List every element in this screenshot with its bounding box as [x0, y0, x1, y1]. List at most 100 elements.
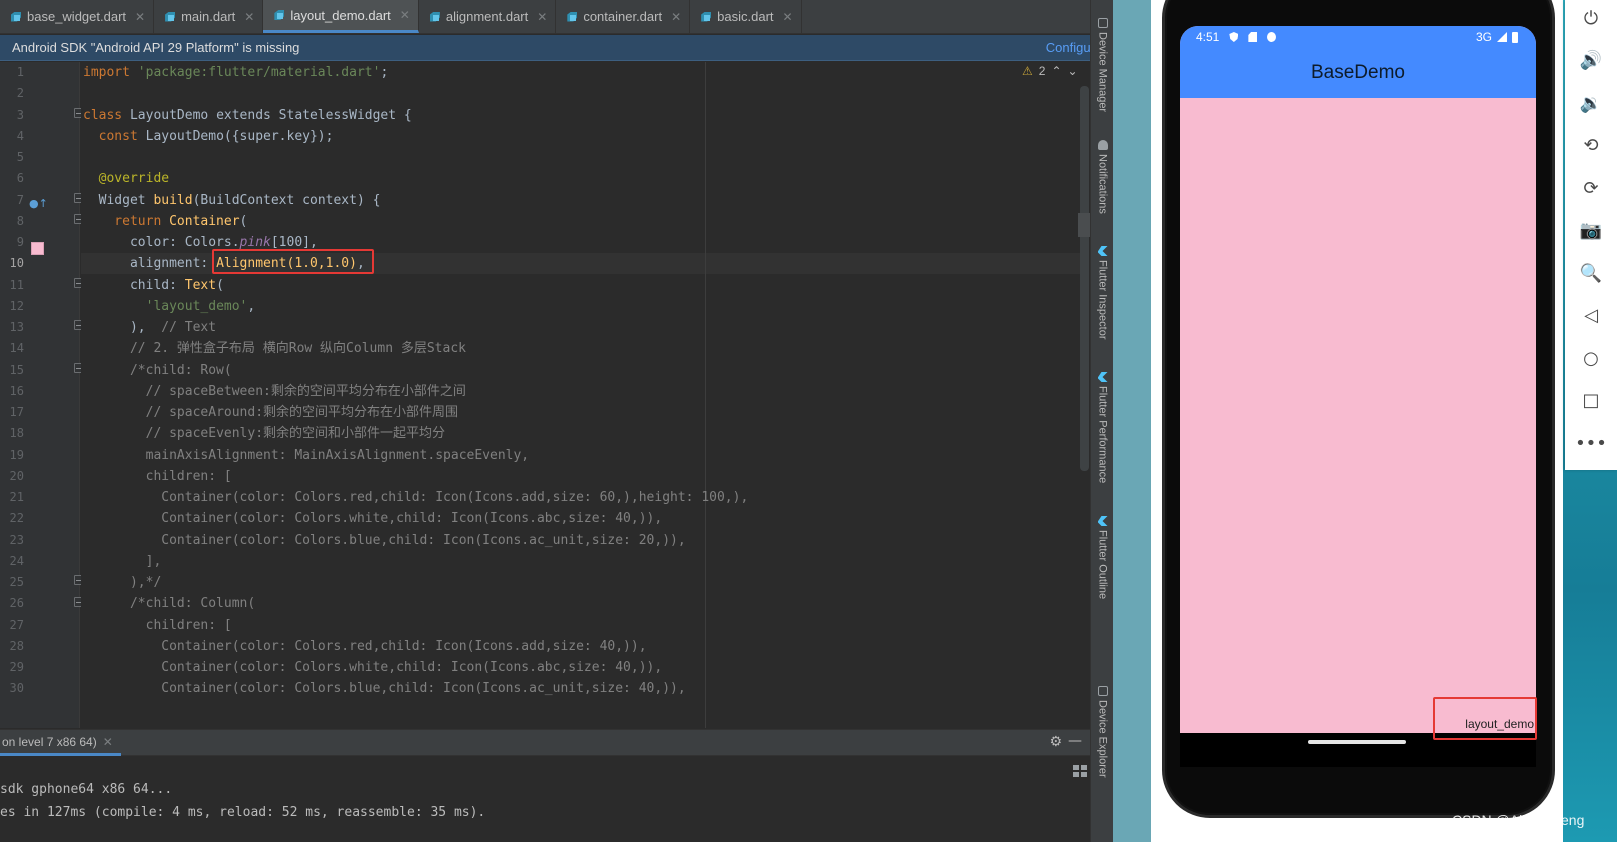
- tab-layout-demo[interactable]: layout_demo.dart ✕: [263, 0, 419, 33]
- line-number: 3: [16, 107, 24, 122]
- alignment-highlight-annotation: [212, 249, 374, 274]
- code-line: children: [: [83, 615, 232, 636]
- code-line: const LayoutDemo({super.key});: [83, 126, 334, 147]
- line-number: 12: [9, 298, 24, 313]
- tool-device-explorer[interactable]: Device Explorer: [1092, 686, 1113, 778]
- code-token: Container(color: Colors.white,child: Ico…: [161, 660, 663, 675]
- zoom-icon[interactable]: 🔍: [1565, 258, 1617, 288]
- line-number: 19: [9, 447, 24, 462]
- scrollbar-thumb[interactable]: [1078, 213, 1090, 237]
- tool-flutter-performance[interactable]: Flutter Performance: [1092, 372, 1113, 483]
- gesture-nav-handle[interactable]: [1308, 740, 1406, 744]
- volume-down-icon[interactable]: 🔉: [1565, 88, 1617, 118]
- line-number: 24: [9, 553, 24, 568]
- code-token: (BuildContext context) {: [192, 192, 381, 208]
- demo-text-highlight-annotation: [1433, 697, 1537, 740]
- code-line: Container(color: Colors.red,child: Icon(…: [83, 487, 748, 508]
- close-icon[interactable]: ✕: [135, 10, 145, 24]
- code-line: /*child: Row(: [83, 360, 232, 381]
- editor-scrollbar[interactable]: [1080, 86, 1089, 471]
- line-number: 23: [9, 532, 24, 547]
- code-line: mainAxisAlignment: MainAxisAlignment.spa…: [83, 445, 530, 466]
- tab-alignment[interactable]: alignment.dart ✕: [419, 0, 557, 33]
- tool-notifications[interactable]: Notifications: [1092, 140, 1113, 214]
- code-line: children: [: [83, 466, 232, 487]
- code-token: ;: [325, 128, 334, 144]
- back-icon[interactable]: ◁: [1565, 301, 1617, 331]
- line-number-gutter[interactable]: 1 2 3 4 5 6 7 8 9 10 11 12 13 14 15 16 17 18 19 20 21 22 23 24 2…: [0, 62, 83, 728]
- line-number: 11: [9, 277, 24, 292]
- close-icon[interactable]: ✕: [537, 10, 547, 24]
- line-number: 20: [9, 468, 24, 483]
- device-icon: [1097, 18, 1108, 28]
- close-icon[interactable]: ✕: [400, 8, 410, 22]
- line-number: 30: [9, 681, 24, 696]
- run-tab[interactable]: on level 7 x86 64) ✕: [0, 730, 121, 756]
- code-editor[interactable]: import 'package:flutter/material.dart'; c…: [81, 62, 1085, 728]
- tool-flutter-inspector[interactable]: Flutter Inspector: [1092, 246, 1113, 339]
- code-line: Container(color: Colors.white,child: Ico…: [83, 657, 662, 678]
- status-bar: 4:51 3G: [1180, 26, 1536, 48]
- code-token: import: [83, 65, 138, 80]
- code-line: class LayoutDemo extends StatelessWidget…: [83, 105, 412, 126]
- code-token: LayoutDemo({super.key}): [145, 128, 326, 144]
- override-marker-icon[interactable]: ●↑: [29, 197, 48, 210]
- gear-icon[interactable]: ⚙: [1049, 734, 1062, 750]
- inspection-widget[interactable]: ⚠ 2 ⌃ ⌄: [1022, 64, 1078, 78]
- layout-grid-icon[interactable]: [1073, 765, 1087, 777]
- close-icon[interactable]: ✕: [783, 10, 793, 24]
- code-token: alignment:: [83, 256, 217, 272]
- minimize-icon[interactable]: —: [1068, 733, 1082, 749]
- code-token: children: [: [145, 468, 232, 484]
- code-token: class: [83, 107, 130, 123]
- bell-icon: [1097, 140, 1108, 150]
- code-line: /*child: Column(: [83, 593, 255, 614]
- code-line: ), // Text: [83, 317, 216, 338]
- power-icon[interactable]: ⏻: [1565, 3, 1617, 33]
- line-number: 13: [9, 320, 24, 334]
- color-swatch-icon[interactable]: [31, 242, 44, 255]
- code-line: Widget build(BuildContext context) {: [83, 190, 381, 211]
- code-token: child:: [83, 277, 185, 293]
- chevron-up-icon[interactable]: ⌃: [1051, 64, 1061, 78]
- tool-flutter-outline[interactable]: Flutter Outline: [1092, 516, 1113, 599]
- code-token: Container(color: Colors.white,child: Ico…: [161, 511, 663, 527]
- line-number: 21: [9, 490, 24, 504]
- code-token: @override: [98, 171, 170, 187]
- code-token: extends StatelessWidget {: [216, 107, 412, 123]
- code-token: ;: [380, 65, 389, 80]
- code-token: build: [153, 192, 193, 208]
- tab-base-widget[interactable]: base_widget.dart ✕: [0, 0, 155, 33]
- close-icon[interactable]: ✕: [671, 10, 681, 24]
- close-icon[interactable]: ✕: [244, 10, 254, 24]
- chevron-down-icon[interactable]: ⌄: [1068, 64, 1078, 78]
- phone-screen[interactable]: 4:51 3G BaseDemo layout_demo: [1180, 26, 1536, 733]
- close-icon[interactable]: ✕: [103, 735, 113, 749]
- more-icon[interactable]: •••: [1565, 428, 1617, 458]
- rotate-right-icon[interactable]: ⟳: [1565, 173, 1617, 203]
- line-number: 27: [9, 617, 24, 632]
- shield-icon: [1229, 32, 1239, 42]
- console-line: sdk gphone64 x86 64...: [0, 782, 173, 797]
- rotate-left-icon[interactable]: ⟲: [1565, 131, 1617, 161]
- code-token: 'package:flutter/material.dart': [137, 65, 381, 80]
- overview-icon[interactable]: □: [1565, 386, 1617, 416]
- code-token: (: [216, 277, 224, 293]
- camera-icon[interactable]: 📷: [1565, 216, 1617, 246]
- code-token: color: Colors.: [83, 235, 240, 250]
- volume-up-icon[interactable]: 🔊: [1565, 46, 1617, 76]
- dart-file-icon: [273, 9, 285, 21]
- code-token: // spaceBetween:剩余的空间平均分布在小部件之间: [145, 383, 466, 399]
- tab-basic[interactable]: basic.dart ✕: [690, 0, 802, 33]
- battery-icon: [1512, 31, 1518, 43]
- tab-container[interactable]: container.dart ✕: [556, 0, 691, 33]
- home-icon[interactable]: ○: [1565, 343, 1617, 373]
- tool-device-manager[interactable]: Device Manager: [1092, 18, 1113, 112]
- code-token: mainAxisAlignment: MainAxisAlignment.spa…: [145, 447, 530, 463]
- tab-main[interactable]: main.dart ✕: [154, 0, 264, 33]
